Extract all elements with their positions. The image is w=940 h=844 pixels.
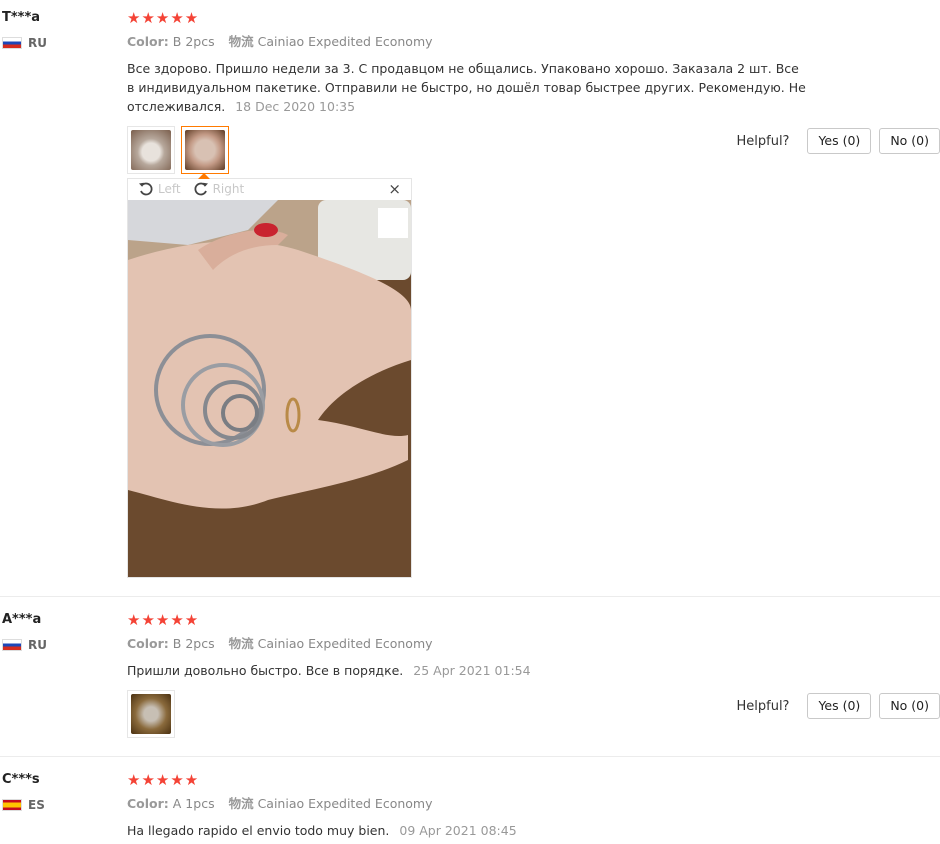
review-body: Пришли довольно быстро. Все в порядке. <box>127 663 404 678</box>
rotate-right-icon <box>194 182 208 196</box>
review-body: Все здорово. Пришло недели за 3. С прода… <box>127 61 806 114</box>
shipping-key: 物流 <box>228 636 254 651</box>
russia-flag-icon <box>2 639 22 651</box>
reviewer-country: RU <box>2 36 47 50</box>
helpful-voting: Helpful? Yes (0) No (0) <box>736 128 940 154</box>
review-photo-thumbnail[interactable] <box>127 126 175 174</box>
color-key: Color: <box>127 796 169 811</box>
shipping-value: Cainiao Expedited Economy <box>257 796 433 811</box>
review-meta: Color: B 2pcs 物流 Cainiao Expedited Econo… <box>127 636 807 652</box>
rating-stars: ★★★★★ <box>127 771 200 789</box>
shipping-key: 物流 <box>228 34 254 49</box>
review-photo-thumbnail[interactable] <box>127 690 175 738</box>
review-text: Все здорово. Пришло недели за 3. С прода… <box>127 59 807 116</box>
helpful-label: Helpful? <box>736 698 790 714</box>
review-content: ★★★★★ Color: A 1pcs 物流 Cainiao Expedited… <box>127 772 807 840</box>
shipping-key: 物流 <box>228 796 254 811</box>
country-code: RU <box>28 638 47 652</box>
country-code: RU <box>28 36 47 50</box>
helpful-voting: Helpful? Yes (0) No (0) <box>736 693 940 719</box>
review-text: Ha llegado rapido el envio todo muy bien… <box>127 821 807 840</box>
close-viewer-icon[interactable]: × <box>388 180 401 198</box>
review-meta: Color: A 1pcs 物流 Cainiao Expedited Econo… <box>127 796 807 812</box>
helpful-yes-button[interactable]: Yes (0) <box>807 128 872 154</box>
review-date: 09 Apr 2021 08:45 <box>399 823 517 838</box>
review-date: 25 Apr 2021 01:54 <box>413 663 531 678</box>
reviewer-country: ES <box>2 798 45 812</box>
review-text: Пришли довольно быстро. Все в порядке. 2… <box>127 661 807 680</box>
rating-stars: ★★★★★ <box>127 9 200 27</box>
reviewer-name: T***a <box>2 10 41 25</box>
shipping-value: Cainiao Expedited Economy <box>257 636 433 651</box>
review-photo-thumbnail-selected[interactable] <box>181 126 229 174</box>
color-value: B 2pcs <box>172 34 215 49</box>
review-date: 18 Dec 2020 10:35 <box>235 99 356 114</box>
review-photo-image <box>128 200 411 577</box>
review-body: Ha llegado rapido el envio todo muy bien… <box>127 823 390 838</box>
viewer-toolbar: Left Right × <box>128 179 411 199</box>
reviewer-info: C***s ES <box>2 772 45 812</box>
color-key: Color: <box>127 636 169 651</box>
russia-flag-icon <box>2 37 22 49</box>
review-content: ★★★★★ Color: B 2pcs 物流 Cainiao Expedited… <box>127 612 807 738</box>
shipping-value: Cainiao Expedited Economy <box>257 34 433 49</box>
country-code: ES <box>28 798 45 812</box>
spain-flag-icon <box>2 799 22 811</box>
color-key: Color: <box>127 34 169 49</box>
review-divider <box>0 596 940 597</box>
color-value: B 2pcs <box>172 636 215 651</box>
review-photo-large <box>128 200 411 577</box>
review-photos <box>127 126 807 174</box>
rotate-right-button[interactable]: Right <box>193 181 245 197</box>
color-value: A 1pcs <box>172 796 215 811</box>
rotate-right-label: Right <box>212 182 245 196</box>
helpful-label: Helpful? <box>736 133 790 149</box>
rotate-left-label: Left <box>158 182 181 196</box>
helpful-yes-button[interactable]: Yes (0) <box>807 693 872 719</box>
review-content: ★★★★★ Color: B 2pcs 物流 Cainiao Expedited… <box>127 10 807 174</box>
review-meta: Color: B 2pcs 物流 Cainiao Expedited Econo… <box>127 34 807 50</box>
reviewer-info: A***a RU <box>2 612 47 652</box>
photo-viewer: Left Right × <box>127 173 412 578</box>
reviewer-name: A***a <box>2 612 42 627</box>
rating-stars: ★★★★★ <box>127 611 200 629</box>
rotate-left-button[interactable]: Left <box>138 181 181 197</box>
review-photos <box>127 690 807 738</box>
reviewer-name: C***s <box>2 772 40 787</box>
rotate-left-icon <box>139 182 153 196</box>
helpful-no-button[interactable]: No (0) <box>879 128 940 154</box>
reviewer-info: T***a RU <box>2 10 47 50</box>
reviewer-country: RU <box>2 638 47 652</box>
review-divider <box>0 756 940 757</box>
helpful-no-button[interactable]: No (0) <box>879 693 940 719</box>
